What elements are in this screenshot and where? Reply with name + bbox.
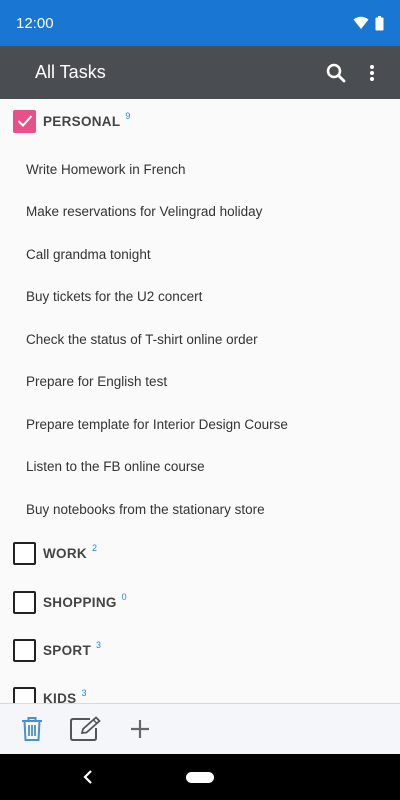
status-time: 12:00	[16, 14, 54, 32]
plus-icon	[131, 720, 149, 738]
category-checkbox-kids[interactable]	[13, 686, 36, 703]
search-button[interactable]	[318, 55, 354, 91]
task-list[interactable]: PERSONAL 9 Write Homework in French Make…	[0, 99, 400, 703]
task-item[interactable]: Prepare for English test	[0, 360, 400, 402]
add-button[interactable]	[122, 711, 158, 747]
category-name: SHOPPING	[43, 594, 117, 610]
category-checkbox-sport[interactable]	[13, 638, 36, 662]
bottom-toolbar	[0, 703, 400, 754]
app-bar: All Tasks	[0, 46, 400, 99]
page-title: All Tasks	[35, 62, 106, 82]
wifi-icon	[353, 16, 369, 29]
category-row-work[interactable]: WORK 2	[0, 531, 400, 575]
category-name: SPORT	[43, 642, 92, 658]
category-name: KIDS	[43, 690, 77, 704]
category-checkbox-work[interactable]	[13, 541, 36, 565]
edit-icon	[70, 716, 101, 741]
category-count: 2	[91, 543, 97, 553]
task-item[interactable]: Call grandma tonight	[0, 233, 400, 275]
category-row-kids[interactable]: KIDS 3	[0, 676, 400, 703]
task-item[interactable]: Buy notebooks from the stationary store	[0, 488, 400, 530]
category-name: WORK	[43, 545, 87, 561]
task-item[interactable]: Prepare template for Interior Design Cou…	[0, 403, 400, 445]
task-item[interactable]: Write Homework in French	[0, 148, 400, 190]
more-vert-icon	[370, 64, 374, 81]
edit-button[interactable]	[68, 711, 104, 747]
category-count: 9	[125, 111, 131, 121]
category-row-shopping[interactable]: SHOPPING 0	[0, 580, 400, 624]
delete-button[interactable]	[14, 711, 50, 747]
status-icons	[353, 15, 384, 31]
overflow-menu-button[interactable]	[354, 55, 390, 91]
battery-icon	[375, 15, 384, 30]
category-row-sport[interactable]: SPORT 3	[0, 628, 400, 672]
category-count: 0	[121, 592, 127, 602]
back-icon[interactable]	[80, 767, 96, 787]
category-checkbox-personal[interactable]	[13, 109, 36, 133]
status-bar: 12:00	[0, 0, 400, 46]
category-name: PERSONAL	[43, 113, 121, 129]
task-item[interactable]: Make reservations for Velingrad holiday	[0, 190, 400, 232]
search-icon	[326, 63, 346, 82]
checkmark-icon	[17, 115, 32, 127]
home-pill[interactable]	[186, 771, 214, 783]
system-nav-bar	[0, 754, 400, 800]
task-item[interactable]: Buy tickets for the U2 concert	[0, 275, 400, 317]
task-item[interactable]: Listen to the FB online course	[0, 445, 400, 487]
trash-icon	[22, 717, 42, 741]
category-checkbox-shopping[interactable]	[13, 590, 36, 614]
task-item[interactable]: Check the status of T-shirt online order	[0, 318, 400, 360]
category-count: 3	[96, 640, 102, 650]
category-row-personal[interactable]: PERSONAL 9	[0, 99, 400, 143]
category-count: 3	[81, 688, 87, 698]
